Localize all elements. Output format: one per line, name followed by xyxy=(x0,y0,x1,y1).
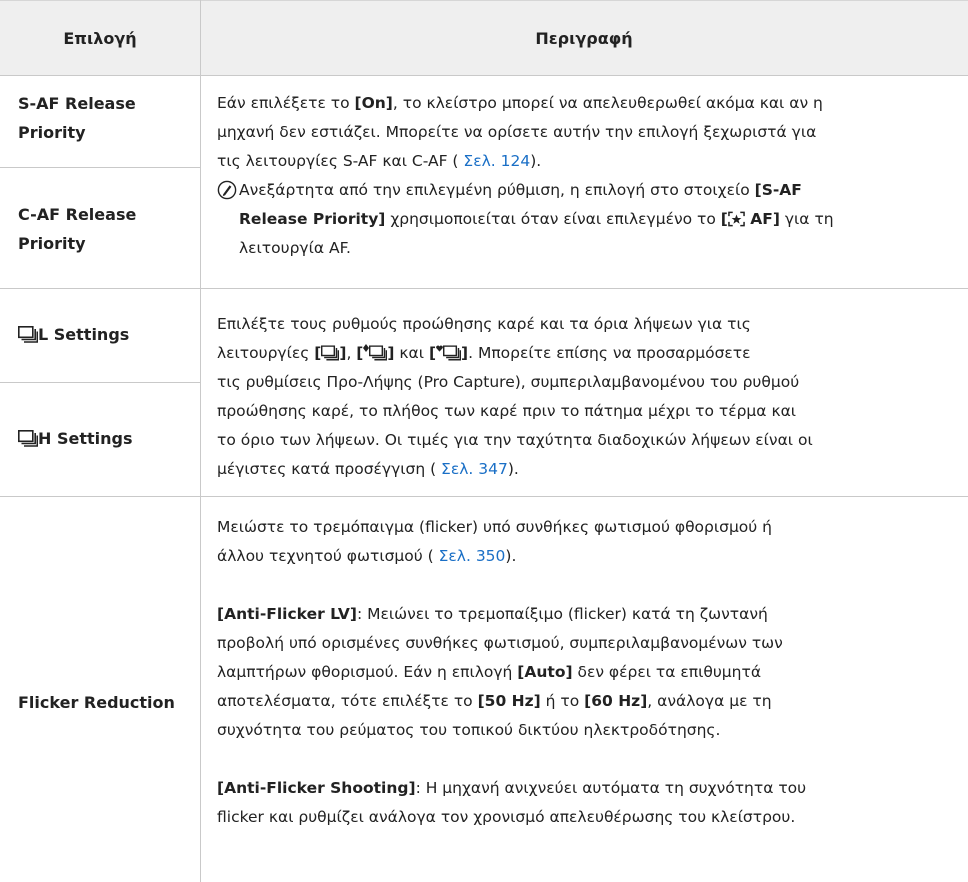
desc-text: αποτελέσματα, τότε επιλέξτε το xyxy=(217,692,478,710)
option-saf-release-priority: S-AF Release Priority xyxy=(18,89,188,147)
desc-bold: [On] xyxy=(354,94,393,112)
option-label-line: C-AF Release xyxy=(18,205,137,224)
face-priority-af-icon xyxy=(728,211,745,227)
desc-bold: [ xyxy=(314,344,322,362)
option-label: L Settings xyxy=(38,325,130,344)
note-text: λειτουργία AF. xyxy=(239,239,351,257)
option-flicker-reduction: Flicker Reduction xyxy=(18,688,188,717)
desc-text: Εάν επιλέξετε το xyxy=(217,94,355,112)
note-bold: [ xyxy=(720,210,728,228)
desc-text: λαμπτήρων φθορισμού. Εάν η επιλογή xyxy=(217,663,518,681)
desc-bold: [ xyxy=(428,344,437,362)
desc-text: flicker και ρυθμίζει ανάλογα τον χρονισμ… xyxy=(217,808,796,826)
flicker-reduction-description: Μειώστε το τρεμόπαιγμα (flicker) υπό συν… xyxy=(217,513,952,832)
option-label: Flicker Reduction xyxy=(18,693,175,712)
note-pen-icon xyxy=(217,180,237,200)
desc-bold: [ xyxy=(356,344,364,362)
desc-text: . Μπορείτε επίσης να προσαρμόσετε xyxy=(468,344,751,362)
desc-text: προώθησης καρέ, το πλήθος των καρέ πριν … xyxy=(217,402,797,420)
desc-text: δεν φέρει τα επιθυμητά xyxy=(572,663,762,681)
settings-table: Επιλογή Περιγραφή S-AF Release Priority … xyxy=(0,0,968,882)
column-header-option: Επιλογή xyxy=(63,28,137,48)
sequential-settings-description: Επιλέξτε τους ρυθμούς προώθησης καρέ και… xyxy=(217,310,952,484)
header-option-cell: Επιλογή xyxy=(0,0,200,76)
note-text: για τη xyxy=(779,210,834,228)
desc-text: , το κλείστρο μπορεί να απελευθερωθεί ακ… xyxy=(392,94,823,112)
desc-text: μηχανή δεν εστιάζει. Μπορείτε να ορίσετε… xyxy=(217,123,817,141)
desc-text: Επιλέξτε τους ρυθμούς προώθησης καρέ και… xyxy=(217,315,751,333)
note-text: χρησιμοποιείται όταν είναι επιλεγμένο το xyxy=(385,210,721,228)
page-link-347[interactable]: Σελ. 347 xyxy=(441,460,508,478)
note-bold: AF] xyxy=(744,210,780,228)
option-l-settings: L Settings xyxy=(18,320,188,349)
sequential-shooting-icon xyxy=(18,326,38,343)
sequential-shooting-icon xyxy=(18,430,38,447)
desc-text: τις λειτουργίες S-AF και C-AF ( xyxy=(217,152,464,170)
option-label: H Settings xyxy=(38,429,133,448)
desc-text: μέγιστες κατά προσέγγιση ( xyxy=(217,460,442,478)
note-bold: Release Priority] xyxy=(239,210,386,228)
desc-bold: [60 Hz] xyxy=(584,692,648,710)
desc-text: προβολή υπό ορισμένες συνθήκες φωτισμού,… xyxy=(217,634,783,652)
desc-text: : Μειώνει το τρεμοπαίξιμο (flicker) κατά… xyxy=(356,605,768,623)
row-divider xyxy=(0,288,968,289)
page-link-350[interactable]: Σελ. 350 xyxy=(439,547,506,565)
row-divider xyxy=(0,382,200,383)
desc-text: τις ρυθμίσεις Προ-Λήψης (Pro Capture), σ… xyxy=(217,373,800,391)
option-label-line: S-AF Release xyxy=(18,94,136,113)
desc-text: και xyxy=(394,344,429,362)
option-label-line: Priority xyxy=(18,234,86,253)
header-description-cell: Περιγραφή xyxy=(200,0,968,76)
desc-text: λειτουργίες xyxy=(217,344,315,362)
desc-text: ). xyxy=(505,547,517,565)
sequential-shooting-icon xyxy=(369,345,387,361)
desc-bold: [50 Hz] xyxy=(477,692,541,710)
page-link-124[interactable]: Σελ. 124 xyxy=(463,152,530,170)
desc-text: , xyxy=(346,344,357,362)
row-divider xyxy=(0,167,200,168)
note-bold: [S-AF xyxy=(754,181,802,199)
sequential-shooting-icon xyxy=(443,345,461,361)
note-block: Ανεξάρτητα από την επιλεγμένη ρύθμιση, η… xyxy=(217,176,952,263)
desc-text: : Η μηχανή ανιχνεύει αυτόματα τη συχνότη… xyxy=(415,779,807,797)
desc-text: άλλου τεχνητού φωτισμού ( xyxy=(217,547,439,565)
column-header-description: Περιγραφή xyxy=(535,28,633,48)
desc-bold: [Anti-Flicker Shooting] xyxy=(217,779,416,797)
sequential-shooting-icon xyxy=(321,345,339,361)
desc-text: συχνότητα του ρεύματος του τοπικού δικτύ… xyxy=(217,721,721,739)
release-priority-description: Εάν επιλέξετε το [On], το κλείστρο μπορε… xyxy=(217,89,952,263)
column-divider xyxy=(200,0,201,882)
desc-bold: [Anti-Flicker LV] xyxy=(217,605,357,623)
option-h-settings: H Settings xyxy=(18,424,188,453)
row-divider xyxy=(0,496,968,497)
option-label-line: Priority xyxy=(18,123,86,142)
desc-text: ). xyxy=(507,460,519,478)
desc-bold: [Auto] xyxy=(517,663,573,681)
desc-text: το όριο των λήψεων. Οι τιμές για την ταχ… xyxy=(217,431,813,449)
desc-text: ή το xyxy=(540,692,585,710)
option-caf-release-priority: C-AF Release Priority xyxy=(18,200,188,258)
note-text: Ανεξάρτητα από την επιλεγμένη ρύθμιση, η… xyxy=(239,181,755,199)
desc-text: Μειώστε το τρεμόπαιγμα (flicker) υπό συν… xyxy=(217,518,773,536)
desc-text: , ανάλογα με τη xyxy=(647,692,772,710)
heart-mark-icon xyxy=(436,345,443,352)
desc-text: ). xyxy=(530,152,542,170)
